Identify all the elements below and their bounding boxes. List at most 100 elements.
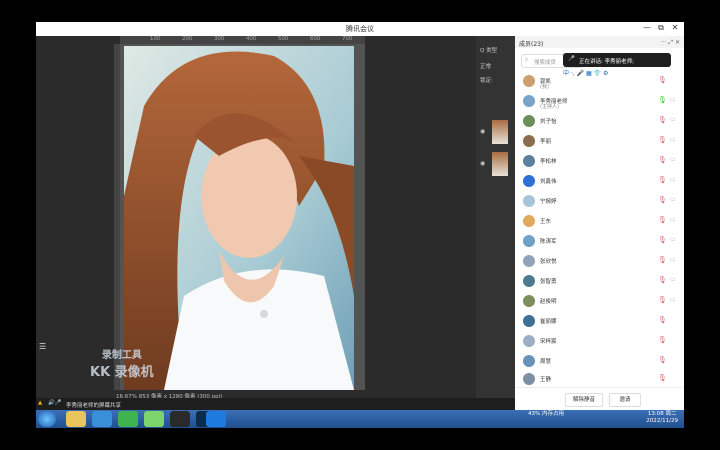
clock-time: 13:08 周二 bbox=[647, 411, 677, 417]
camera-icon[interactable]: ▭ bbox=[670, 156, 676, 163]
member-row[interactable]: 王静 🎙 bbox=[515, 370, 684, 388]
list-icon[interactable]: ☰ bbox=[39, 342, 46, 351]
layer-filter-kind[interactable]: Q 类型 bbox=[480, 46, 497, 54]
camera-icon[interactable]: ▭ bbox=[670, 296, 676, 303]
member-row[interactable]: 崔丽娜 🎙 bbox=[515, 312, 684, 330]
avatar bbox=[523, 195, 535, 207]
camera-icon[interactable]: ▭ bbox=[670, 256, 676, 263]
canvas-photo[interactable] bbox=[124, 46, 354, 390]
mic-muted-icon[interactable]: 🎙 bbox=[658, 236, 667, 244]
member-row[interactable]: 张智勇 🎙 ▭ bbox=[515, 272, 684, 290]
member-row[interactable]: 李丽 🎙 ▭ bbox=[515, 132, 684, 150]
eye-icon[interactable]: ◉ bbox=[480, 128, 485, 135]
member-row[interactable]: 刘鑫伟 🎙 ▭ bbox=[515, 172, 684, 190]
avatar bbox=[523, 155, 535, 167]
member-name: 李丽 bbox=[540, 139, 552, 145]
wechat-icon[interactable] bbox=[144, 411, 164, 427]
mic-muted-icon[interactable]: 🎙 bbox=[658, 336, 667, 344]
mic-muted-icon[interactable]: 🎙 bbox=[658, 216, 667, 224]
avatar bbox=[523, 135, 535, 147]
avatar bbox=[523, 95, 535, 107]
close-button[interactable]: ✕ bbox=[668, 23, 682, 32]
restore-button[interactable]: ⧉ bbox=[654, 23, 668, 33]
layer-thumbnail[interactable] bbox=[492, 152, 508, 176]
mic-muted-icon[interactable]: 🎙 bbox=[658, 176, 667, 184]
meeting-app-icon[interactable] bbox=[206, 411, 226, 427]
share-text: 李秀丽老师的屏幕共享 bbox=[66, 403, 122, 409]
member-row[interactable]: 刘子怡 🎙 ▭ bbox=[515, 112, 684, 130]
member-row[interactable]: 陈涛军 🎙 ▭ bbox=[515, 232, 684, 250]
member-name: 张欣悦 bbox=[540, 259, 557, 265]
camera-icon[interactable]: ▭ bbox=[670, 176, 676, 183]
avatar bbox=[523, 255, 535, 267]
member-row[interactable]: 宋梓宸 🎙 bbox=[515, 332, 684, 350]
blend-mode[interactable]: 正常 bbox=[480, 62, 491, 70]
mic-muted-icon[interactable]: 🎙 bbox=[658, 276, 667, 284]
member-row[interactable]: 宁婉婷 🎙 ▭ bbox=[515, 192, 684, 210]
share-status-icons: 🔊🎤 bbox=[48, 400, 62, 406]
mic-muted-icon[interactable]: 🎙 bbox=[658, 356, 667, 364]
mic-muted-icon[interactable]: 🎙 bbox=[658, 256, 667, 264]
avatar bbox=[523, 295, 535, 307]
mic-muted-icon[interactable]: 🎙 bbox=[658, 296, 667, 304]
camera-icon[interactable]: ▭ bbox=[670, 236, 676, 243]
member-row[interactable]: 李松林 🎙 ▭ bbox=[515, 152, 684, 170]
mic-muted-icon[interactable]: 🎙 bbox=[658, 374, 667, 382]
browser-icon[interactable] bbox=[92, 411, 112, 427]
mic-on-icon[interactable]: 🎙 bbox=[658, 96, 667, 104]
ruler-tick: 500 bbox=[278, 36, 289, 42]
speaking-text: 正在讲话: 李秀丽老师; bbox=[579, 59, 634, 65]
member-row[interactable]: 周慧 🎙 bbox=[515, 352, 684, 370]
mic-muted-icon[interactable]: 🎙 bbox=[658, 316, 667, 324]
members-title: 成员(23) bbox=[519, 41, 544, 48]
member-name: 刘鑫伟 bbox=[540, 179, 557, 185]
camera-icon[interactable]: ▭ bbox=[670, 116, 676, 123]
mic-muted-icon[interactable]: 🎙 bbox=[658, 76, 667, 84]
recorder-watermark: 录制工具 KK 录像机 bbox=[90, 346, 154, 380]
start-button[interactable] bbox=[38, 411, 56, 427]
ie-icon[interactable] bbox=[118, 411, 138, 427]
avatar-app-icon[interactable] bbox=[170, 411, 190, 427]
lock-label: 锁定: bbox=[480, 78, 493, 84]
camera-icon[interactable]: ▭ bbox=[670, 196, 676, 203]
member-row[interactable]: 李秀丽老师 (主持人) 🎙 ▭ bbox=[515, 92, 684, 110]
member-row[interactable]: 赵俊明 🎙 ▭ bbox=[515, 292, 684, 310]
eye-icon[interactable]: ◉ bbox=[480, 160, 485, 167]
member-name: 王静 bbox=[540, 377, 552, 383]
camera-icon[interactable]: ▭ bbox=[670, 96, 676, 103]
member-name: 刘子怡 bbox=[540, 119, 557, 125]
member-row[interactable]: 张欣悦 🎙 ▭ bbox=[515, 252, 684, 270]
camera-icon[interactable]: ▭ bbox=[670, 276, 676, 283]
member-row[interactable]: 王东 🎙 ▭ bbox=[515, 212, 684, 230]
layers-panel: Q 类型 正常 锁定: ◉ ◉ bbox=[476, 36, 515, 398]
member-name: 赵俊明 bbox=[540, 299, 557, 305]
mic-muted-icon[interactable]: 🎙 bbox=[658, 136, 667, 144]
explorer-icon[interactable] bbox=[66, 411, 86, 427]
invite-button[interactable]: 邀请 bbox=[609, 393, 641, 407]
avatar bbox=[523, 335, 535, 347]
watermark-line1: 录制工具 bbox=[101, 350, 142, 361]
member-name: 宁婉婷 bbox=[540, 199, 557, 205]
clock[interactable]: 13:08 周二 2022/11/29 bbox=[646, 411, 678, 425]
camera-icon[interactable]: ▭ bbox=[670, 216, 676, 223]
avatar bbox=[523, 355, 535, 367]
camera-icon[interactable]: ▭ bbox=[670, 136, 676, 143]
ruler-tick: 700 bbox=[342, 36, 353, 42]
unmute-all-button[interactable]: 解除静音 bbox=[565, 393, 603, 407]
member-role: (主持人) bbox=[540, 104, 559, 110]
clock-date: 2022/11/29 bbox=[646, 418, 678, 424]
window-title: 腾讯会议 bbox=[346, 25, 374, 33]
taskbar: 43% 内存占用 13:08 周二 2022/11/29 bbox=[36, 410, 684, 428]
member-row[interactable]: 郭凯 (我) 🎙 bbox=[515, 72, 684, 90]
ruler-tick: 200 bbox=[182, 36, 193, 42]
screen-share-bar[interactable]: ▲ 🔊🎤 李秀丽老师的屏幕共享 bbox=[36, 398, 515, 410]
ruler-tick: 600 bbox=[310, 36, 321, 42]
layer-thumbnail[interactable] bbox=[492, 120, 508, 144]
mic-muted-icon[interactable]: 🎙 bbox=[658, 156, 667, 164]
mic-muted-icon[interactable]: 🎙 bbox=[658, 196, 667, 204]
minimize-button[interactable]: — bbox=[640, 23, 654, 32]
member-name: 宋梓宸 bbox=[540, 339, 557, 345]
avatar bbox=[523, 175, 535, 187]
panel-controls[interactable]: ··· ⤢ ✕ bbox=[661, 39, 680, 47]
mic-muted-icon[interactable]: 🎙 bbox=[658, 116, 667, 124]
